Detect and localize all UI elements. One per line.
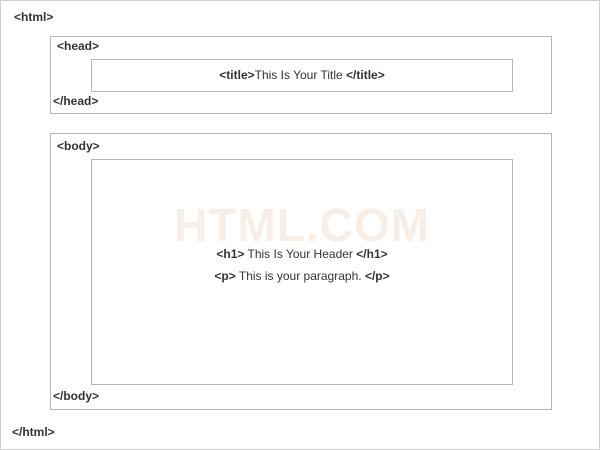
- html-close-tag: </html>: [12, 425, 55, 439]
- p-open-tag: <p>: [214, 269, 236, 283]
- head-section-box: <head> <title>This Is Your Title </title…: [50, 36, 552, 114]
- p-text: This is your paragraph.: [238, 269, 362, 283]
- body-content-box: HTML.COM <h1> This Is Your Header </h1> …: [91, 159, 513, 385]
- head-open-tag: <head>: [57, 39, 100, 53]
- title-open-tag: <title>: [219, 68, 255, 82]
- body-close-tag: </body>: [53, 389, 100, 403]
- html-open-tag: <html>: [14, 10, 54, 24]
- title-text: This Is Your Title: [254, 68, 343, 82]
- h1-text: This Is Your Header: [247, 247, 353, 261]
- html-structure-diagram: <html> <head> <title>This Is Your Title …: [0, 0, 600, 450]
- h1-line: <h1> This Is Your Header </h1>: [92, 247, 512, 261]
- html-com-watermark-logo: HTML.COM: [174, 199, 430, 251]
- body-section-box: <body> HTML.COM <h1> This Is Your Header…: [50, 133, 552, 410]
- p-close-tag: </p>: [364, 269, 390, 283]
- title-line: <title>This Is Your Title </title>: [92, 68, 512, 82]
- body-open-tag: <body>: [57, 139, 100, 153]
- h1-close-tag: </h1>: [356, 247, 388, 261]
- p-line: <p> This is your paragraph. </p>: [92, 269, 512, 283]
- title-close-tag: </title>: [346, 68, 385, 82]
- head-close-tag: </head>: [53, 94, 99, 108]
- h1-open-tag: <h1>: [216, 247, 245, 261]
- title-element-box: <title>This Is Your Title </title>: [91, 59, 513, 92]
